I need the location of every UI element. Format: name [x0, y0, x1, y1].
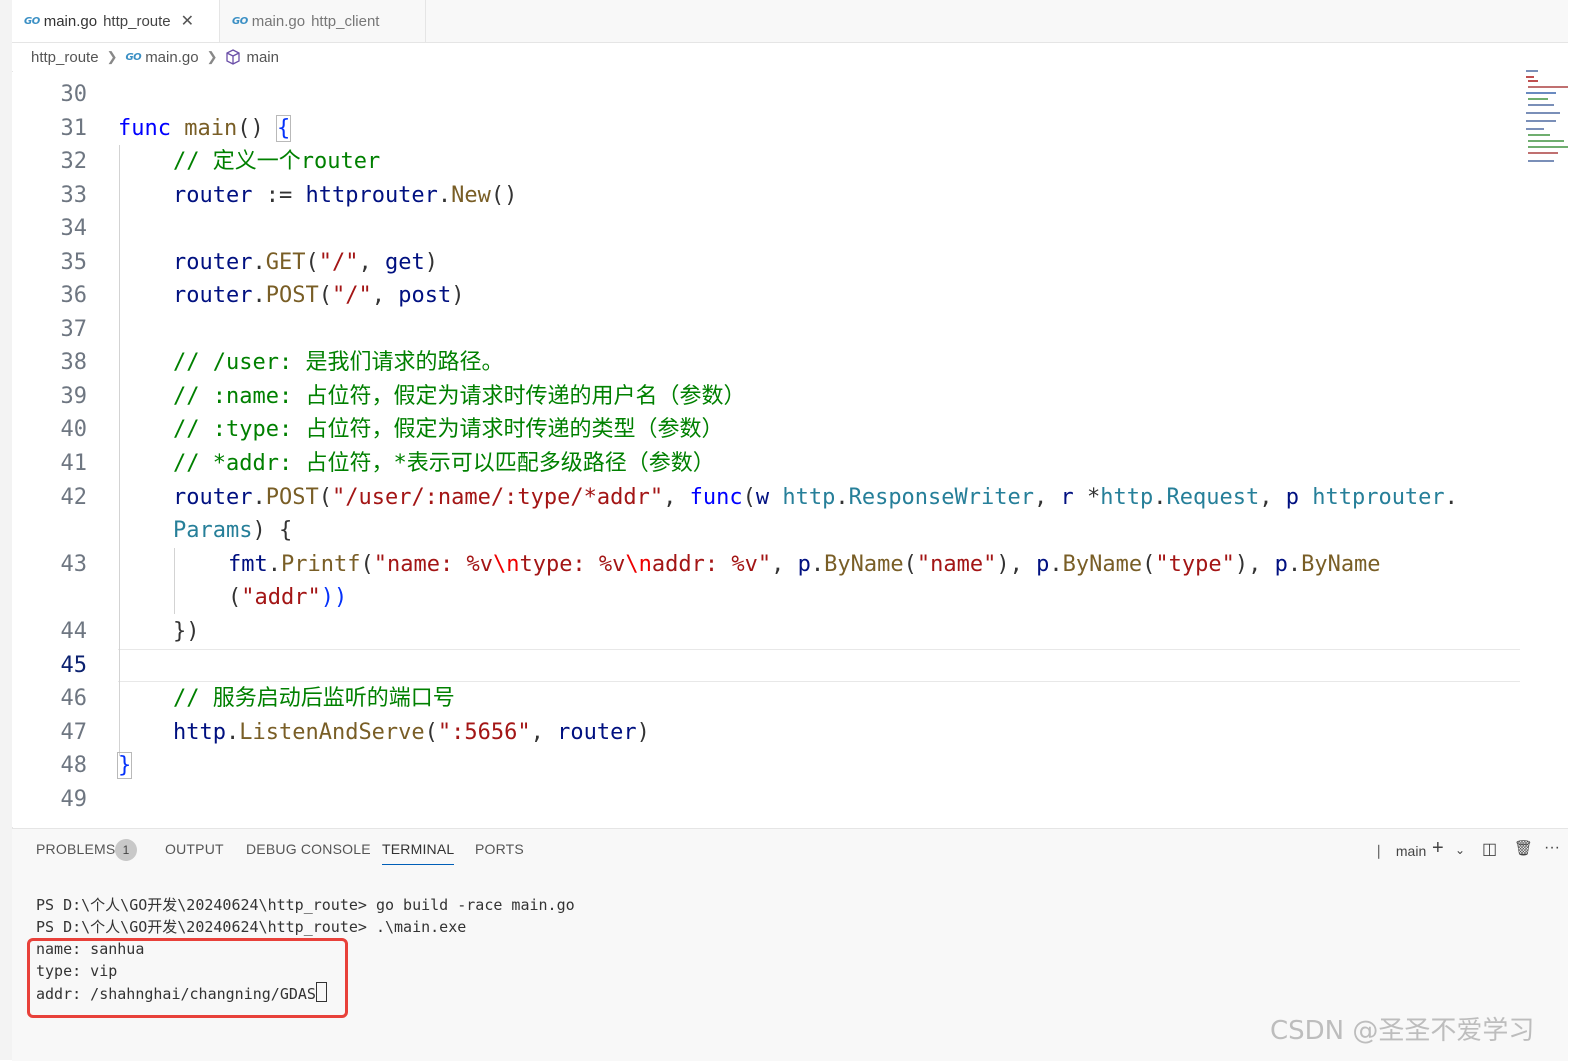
line-number: 44 [60, 619, 88, 644]
tab-folder: http_route [103, 12, 171, 30]
minimap-line [1526, 76, 1534, 78]
code-line-43: fmt.Printf("name: %v\ntype: %v\naddr: %v… [228, 552, 1381, 577]
indent-guide [119, 145, 120, 756]
cube-icon [226, 49, 241, 65]
tab-filename: main.go [251, 12, 306, 30]
tab-terminal[interactable]: TERMINAL [382, 841, 455, 865]
breadcrumb-symbol[interactable]: main [246, 49, 279, 66]
code-line-35: router.GET("/", get) [173, 250, 438, 275]
code-editor[interactable]: 30 31 32 33 34 35 36 37 38 39 40 41 42 4… [12, 72, 1568, 827]
terminal-line: PS D:\个人\GO开发\20240624\http_route> .\mai… [36, 918, 467, 936]
code-line-31: func main() { [118, 115, 292, 142]
line-number: 47 [60, 720, 88, 745]
add-terminal-icon[interactable]: + [1432, 837, 1444, 860]
line-number: 49 [60, 787, 88, 812]
code-line-33: router := httprouter.New() [173, 183, 518, 208]
terminal-icon: ⎸ [1378, 843, 1392, 859]
line-number: 43 [60, 552, 88, 577]
line-number: 42 [60, 485, 88, 510]
minimap-line [1526, 120, 1556, 122]
line-number: 32 [60, 149, 88, 174]
split-terminal-icon[interactable]: ◫ [1482, 839, 1497, 859]
line-number: 36 [60, 283, 88, 308]
tab-folder: http_client [311, 12, 380, 30]
minimap-line [1528, 86, 1568, 88]
line-number: 48 [60, 753, 88, 778]
tab-output[interactable]: OUTPUT [165, 841, 224, 857]
chevron-right-icon: ❯ [106, 49, 118, 64]
code-line-48: } [116, 752, 133, 779]
line-number: 41 [60, 451, 88, 476]
code-line-42-wrap: Params) { [173, 518, 293, 543]
minimap-line [1528, 146, 1568, 148]
line-number-current: 45 [60, 653, 88, 678]
code-line-38: // /user: 是我们请求的路径。 [173, 350, 504, 375]
chevron-down-icon[interactable]: ⌄ [1455, 843, 1465, 857]
line-number: 33 [60, 183, 88, 208]
code-line-41: // *addr: 占位符，*表示可以匹配多级路径（参数） [173, 451, 715, 476]
line-number: 30 [60, 82, 88, 107]
minimap-line [1526, 92, 1556, 94]
code-line-42: router.POST("/user/:name/:type/*addr", f… [173, 485, 1458, 510]
line-number: 34 [60, 216, 88, 241]
minimap-line [1528, 160, 1554, 162]
terminal-instance[interactable]: ⎸ main [1378, 843, 1426, 860]
code-line-40: // :type: 占位符，假定为请求时传递的类型（参数） [173, 417, 724, 442]
watermark: CSDN @圣圣不爱学习 [1270, 1016, 1535, 1046]
minimap-line [1526, 128, 1544, 130]
minimap[interactable] [1520, 68, 1568, 168]
minimap-line [1528, 152, 1558, 154]
line-number: 35 [60, 250, 88, 275]
editor-tab-bar: GO main.go http_route ✕ GO main.go http_… [12, 0, 1568, 43]
go-icon: GO [24, 15, 40, 27]
tab-ports[interactable]: PORTS [475, 841, 524, 857]
go-icon: GO [125, 51, 142, 63]
terminal-name: main [1395, 843, 1427, 859]
trash-icon[interactable]: 🗑 [1514, 839, 1533, 857]
code-line-43-wrap: ("addr")) [228, 585, 348, 610]
tab-main-go-http-client[interactable]: GO main.go http_client [220, 0, 426, 42]
tab-debug-console[interactable]: DEBUG CONSOLE [246, 841, 371, 857]
terminal-line: PS D:\个人\GO开发\20240624\http_route> go bu… [36, 896, 575, 914]
breadcrumb-folder[interactable]: http_route [31, 49, 99, 66]
more-actions-icon[interactable]: ··· [1544, 839, 1560, 857]
code-line-46: // 服务启动后监听的端口号 [173, 686, 455, 711]
line-number: 46 [60, 686, 88, 711]
minimap-line [1528, 98, 1548, 100]
breadcrumb-file[interactable]: main.go [145, 49, 198, 66]
line-number: 31 [60, 116, 88, 141]
chevron-right-icon: ❯ [206, 49, 218, 64]
highlight-annotation-box [27, 938, 348, 1018]
line-number: 40 [60, 417, 88, 442]
current-line-highlight [118, 649, 1520, 682]
tab-problems[interactable]: PROBLEMS [36, 841, 115, 857]
minimap-line [1528, 80, 1538, 82]
go-icon: GO [232, 15, 248, 27]
line-number: 39 [60, 384, 88, 409]
code-line-32: // 定义一个router [173, 149, 381, 174]
problems-count-badge: 1 [115, 839, 137, 861]
code-line-36: router.POST("/", post) [173, 283, 465, 308]
close-icon[interactable]: ✕ [181, 11, 194, 31]
minimap-line [1528, 104, 1554, 106]
tab-filename: main.go [43, 12, 98, 30]
code-line-39: // :name: 占位符，假定为请求时传递的用户名（参数） [173, 384, 746, 409]
minimap-line [1526, 112, 1560, 114]
tab-main-go-http-route[interactable]: GO main.go http_route ✕ [12, 0, 220, 42]
minimap-line [1528, 134, 1550, 136]
breadcrumb: http_route ❯ GO main.go ❯ main [12, 43, 1492, 71]
minimap-line [1528, 140, 1564, 142]
indent-guide [174, 548, 175, 614]
code-line-44: }) [173, 619, 200, 644]
code-line-47: http.ListenAndServe(":5656", router) [173, 720, 650, 745]
line-number: 37 [60, 317, 88, 342]
line-number: 38 [60, 350, 88, 375]
minimap-line [1526, 70, 1538, 72]
